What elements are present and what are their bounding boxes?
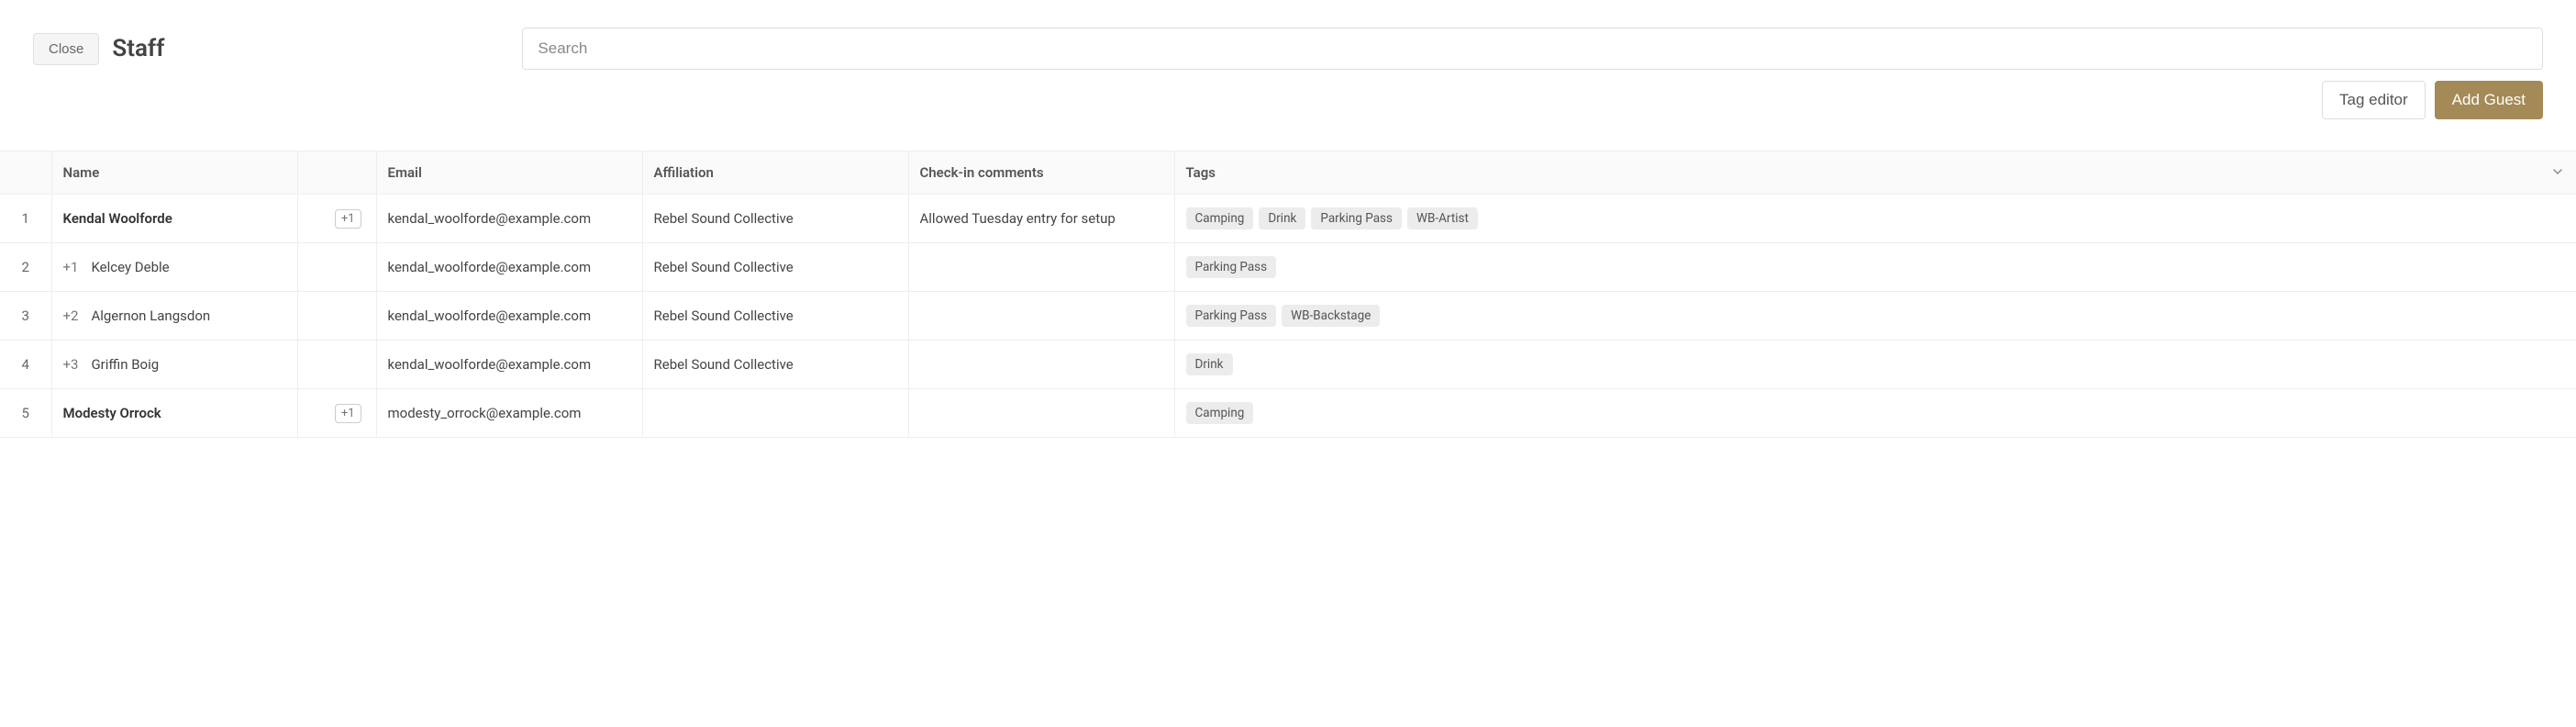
plusone-prefix: +1 xyxy=(63,259,79,275)
row-name-cell[interactable]: +3 Griffin Boig xyxy=(51,341,297,389)
table-row[interactable]: 4 +3 Griffin Boig kendal_woolforde@example.… xyxy=(0,341,2576,389)
row-plus-cell: +1 xyxy=(297,195,376,243)
actions-row: Tag editor Add Guest xyxy=(0,70,2576,119)
row-plus-cell xyxy=(297,243,376,292)
guest-name: Griffin Boig xyxy=(91,356,159,373)
table-row[interactable]: 3 +2 Algernon Langsdon kendal_woolforde@exa… xyxy=(0,292,2576,341)
row-email[interactable]: kendal_woolforde@example.com xyxy=(376,243,642,292)
tag-chip[interactable]: Parking Pass xyxy=(1311,207,1402,229)
row-name-cell[interactable]: Modesty Orrock xyxy=(51,389,297,438)
column-header-tags[interactable]: Tags xyxy=(1174,151,2576,195)
row-tags[interactable]: CampingDrink Parking PassWB-Artist xyxy=(1174,195,2576,243)
row-comments[interactable]: Allowed Tuesday entry for setup xyxy=(908,195,1174,243)
guest-name: Algernon Langsdon xyxy=(91,308,210,324)
row-affiliation[interactable]: Rebel Sound Collective xyxy=(642,195,908,243)
chevron-down-icon[interactable] xyxy=(2552,164,2563,181)
row-comments[interactable] xyxy=(908,243,1174,292)
guest-table: Name Email Affiliation Check-in comments… xyxy=(0,151,2576,438)
tag-chip[interactable]: WB-Artist xyxy=(1407,207,1478,229)
tag-chip[interactable]: Camping xyxy=(1186,402,1254,424)
table-header-row: Name Email Affiliation Check-in comments… xyxy=(0,151,2576,195)
guest-name: Kelcey Deble xyxy=(91,259,169,275)
column-header-plusone[interactable] xyxy=(297,151,376,195)
row-plus-cell xyxy=(297,341,376,389)
tag-chip[interactable]: Parking Pass xyxy=(1186,305,1277,327)
plusone-prefix: +2 xyxy=(63,308,79,324)
row-name-cell[interactable]: +1 Kelcey Deble xyxy=(51,243,297,292)
guest-name: Modesty Orrock xyxy=(63,405,161,421)
row-affiliation[interactable]: Rebel Sound Collective xyxy=(642,243,908,292)
row-email[interactable]: kendal_woolforde@example.com xyxy=(376,292,642,341)
row-comments[interactable] xyxy=(908,292,1174,341)
search-wrap xyxy=(522,28,2543,70)
column-header-email[interactable]: Email xyxy=(376,151,642,195)
row-name-cell[interactable]: Kendal Woolforde xyxy=(51,195,297,243)
row-affiliation[interactable] xyxy=(642,389,908,438)
column-header-number[interactable] xyxy=(0,151,51,195)
row-tags[interactable]: Parking PassWB-Backstage xyxy=(1174,292,2576,341)
close-button[interactable]: Close xyxy=(33,33,99,65)
guest-name: Kendal Woolforde xyxy=(63,210,172,227)
row-tags[interactable]: Camping xyxy=(1174,389,2576,438)
row-affiliation[interactable]: Rebel Sound Collective xyxy=(642,341,908,389)
tag-chip[interactable]: WB-Backstage xyxy=(1282,305,1380,327)
plusone-prefix: +3 xyxy=(63,356,79,373)
column-header-tags-label: Tags xyxy=(1186,164,1216,181)
tag-chip[interactable]: Parking Pass xyxy=(1186,256,1277,278)
tag-chip[interactable]: Camping xyxy=(1186,207,1254,229)
row-email[interactable]: kendal_woolforde@example.com xyxy=(376,341,642,389)
column-header-name[interactable]: Name xyxy=(51,151,297,195)
page-title: Staff xyxy=(112,35,164,62)
row-number: 1 xyxy=(0,195,51,243)
row-plus-cell: +1 xyxy=(297,389,376,438)
row-email[interactable]: kendal_woolforde@example.com xyxy=(376,195,642,243)
column-header-affiliation[interactable]: Affiliation xyxy=(642,151,908,195)
row-number: 4 xyxy=(0,341,51,389)
row-name-cell[interactable]: +2 Algernon Langsdon xyxy=(51,292,297,341)
plusone-badge[interactable]: +1 xyxy=(335,209,361,229)
row-affiliation[interactable]: Rebel Sound Collective xyxy=(642,292,908,341)
row-plus-cell xyxy=(297,292,376,341)
row-comments[interactable] xyxy=(908,389,1174,438)
row-number: 5 xyxy=(0,389,51,438)
row-email[interactable]: modesty_orrock@example.com xyxy=(376,389,642,438)
tag-editor-button[interactable]: Tag editor xyxy=(2322,81,2426,119)
row-number: 3 xyxy=(0,292,51,341)
row-number: 2 xyxy=(0,243,51,292)
header-row: Close Staff xyxy=(0,28,2576,70)
table-row[interactable]: 1 Kendal Woolforde +1 kendal_woolforde@exam… xyxy=(0,195,2576,243)
row-comments[interactable] xyxy=(908,341,1174,389)
page-container: Close Staff Tag editor Add Guest Name Em… xyxy=(0,0,2576,438)
table-row[interactable]: 5 Modesty Orrock +1 modesty_orrock@example.… xyxy=(0,389,2576,438)
table-row[interactable]: 2 +1 Kelcey Deble kendal_woolforde@example.… xyxy=(0,243,2576,292)
row-tags[interactable]: Drink xyxy=(1174,341,2576,389)
tag-chip[interactable]: Drink xyxy=(1186,353,1233,375)
row-tags[interactable]: Parking Pass xyxy=(1174,243,2576,292)
add-guest-button[interactable]: Add Guest xyxy=(2435,81,2543,119)
column-header-comments[interactable]: Check-in comments xyxy=(908,151,1174,195)
search-input[interactable] xyxy=(522,28,2543,70)
tag-chip[interactable]: Drink xyxy=(1259,207,1305,229)
plusone-badge[interactable]: +1 xyxy=(335,404,361,423)
